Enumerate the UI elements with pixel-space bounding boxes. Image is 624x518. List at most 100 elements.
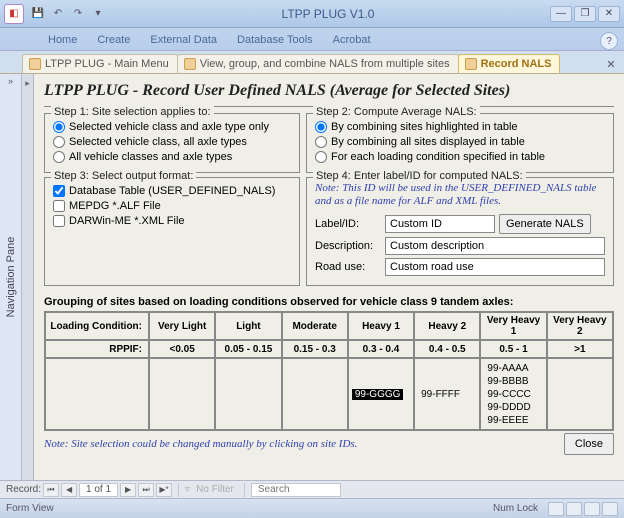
step1-opt1[interactable]: Selected vehicle class and axle type onl… [53, 121, 291, 133]
table-cell[interactable]: 99-AAAA 99-BBBB 99-CCCC 99-DDDD 99-EEEE [480, 358, 546, 430]
table-cell: 0.5 - 1 [480, 340, 546, 358]
form-icon [29, 58, 41, 70]
step3-opt1[interactable]: Database Table (USER_DEFINED_NALS) [53, 185, 291, 197]
table-header: Light [215, 312, 281, 340]
table-header: Heavy 2 [414, 312, 480, 340]
step2-group: Step 2: Compute Average NALS: By combini… [306, 113, 614, 173]
step2-opt2[interactable]: By combining all sites displayed in tabl… [315, 136, 605, 148]
ribbon-tab-database-tools[interactable]: Database Tools [227, 30, 323, 50]
roaduse-label: Road use: [315, 261, 381, 273]
step1-group: Step 1: Site selection applies to: Selec… [44, 113, 300, 173]
ribbon-tab-create[interactable]: Create [87, 30, 140, 50]
expand-nav-icon[interactable]: » [2, 76, 20, 92]
table-header: Very Heavy 2 [547, 312, 613, 340]
undo-icon[interactable]: ↶ [50, 6, 66, 22]
step1-legend: Step 1: Site selection applies to: [51, 106, 214, 118]
ribbon-tabs: Home Create External Data Database Tools… [0, 28, 624, 50]
title-bar: ◧ 💾 ↶ ↷ ▾ LTPP PLUG V1.0 — ❐ ✕ [0, 0, 624, 28]
generate-nals-button[interactable]: Generate NALS [499, 214, 591, 234]
doc-tab-view-group[interactable]: View, group, and combine NALS from multi… [177, 54, 459, 73]
app-icon[interactable]: ◧ [4, 4, 24, 24]
first-record-button[interactable]: ⏮ [43, 483, 59, 497]
table-cell: >1 [547, 340, 613, 358]
step1-opt2[interactable]: Selected vehicle class, all axle types [53, 136, 291, 148]
table-cell[interactable]: 99-FFFF [414, 358, 480, 430]
table-cell[interactable]: 99-GGGG [348, 358, 414, 430]
ribbon-tab-external-data[interactable]: External Data [140, 30, 227, 50]
site-id[interactable]: 99-BBBB [484, 376, 531, 387]
table-header: Heavy 1 [348, 312, 414, 340]
step1-opt3[interactable]: All vehicle classes and axle types [53, 151, 291, 163]
checkbox-icon[interactable] [53, 185, 65, 197]
labelid-input[interactable] [385, 215, 495, 233]
last-record-button[interactable]: ⏭ [138, 483, 154, 497]
close-tab-button[interactable]: ✕ [602, 55, 620, 73]
record-position: 1 of 1 [79, 483, 118, 497]
site-id[interactable]: 99-EEEE [484, 415, 531, 426]
description-label: Description: [315, 240, 381, 252]
search-input[interactable] [251, 483, 341, 497]
record-navigator: Record: ⏮ ◀ 1 of 1 ▶ ⏭ ▶* ▿ No Filter [0, 480, 624, 498]
close-button[interactable]: Close [564, 433, 614, 455]
site-id[interactable]: 99-FFFF [418, 389, 463, 400]
page-title: LTPP PLUG - Record User Defined NALS (Av… [44, 80, 614, 107]
redo-icon[interactable]: ↷ [70, 6, 86, 22]
table-row-label [45, 358, 149, 430]
site-id[interactable]: 99-DDDD [484, 402, 533, 413]
radio-icon[interactable] [315, 121, 327, 133]
ribbon-tab-acrobat[interactable]: Acrobat [323, 30, 381, 50]
doc-tab-record-nals[interactable]: Record NALS [458, 54, 561, 73]
step3-opt3[interactable]: DARWin-ME *.XML File [53, 215, 291, 227]
ribbon-tab-home[interactable]: Home [38, 30, 87, 50]
next-record-button[interactable]: ▶ [120, 483, 136, 497]
table-cell: 0.05 - 0.15 [215, 340, 281, 358]
description-input[interactable] [385, 237, 605, 255]
step3-group: Step 3: Select output format: Database T… [44, 177, 300, 286]
table-cell: <0.05 [149, 340, 215, 358]
site-id[interactable]: 99-CCCC [484, 389, 533, 400]
radio-icon[interactable] [315, 151, 327, 163]
form-canvas: LTPP PLUG - Record User Defined NALS (Av… [34, 74, 624, 480]
navigation-pane[interactable]: » Navigation Pane [0, 74, 22, 480]
roaduse-input[interactable] [385, 258, 605, 276]
doc-tab-main-menu[interactable]: LTPP PLUG - Main Menu [22, 54, 178, 73]
footer-note: Note: Site selection could be changed ma… [44, 438, 357, 450]
radio-icon[interactable] [53, 136, 65, 148]
table-header: Very Light [149, 312, 215, 340]
new-record-button[interactable]: ▶* [156, 483, 172, 497]
step4-legend: Step 4: Enter label/ID for computed NALS… [313, 170, 526, 182]
save-icon[interactable]: 💾 [30, 6, 46, 22]
window-title: LTPP PLUG V1.0 [106, 7, 550, 21]
navigation-pane-label: Navigation Pane [5, 237, 17, 318]
checkbox-icon[interactable] [53, 215, 65, 227]
table-cell: 0.3 - 0.4 [348, 340, 414, 358]
close-window-button[interactable]: ✕ [598, 6, 620, 22]
table-cell[interactable] [215, 358, 281, 430]
radio-icon[interactable] [53, 121, 65, 133]
restore-button[interactable]: ❐ [574, 6, 596, 22]
record-selector[interactable]: ▸ [22, 74, 34, 480]
filter-icon: ▿ [185, 484, 190, 495]
help-icon[interactable]: ? [600, 32, 618, 50]
minimize-button[interactable]: — [550, 6, 572, 22]
radio-icon[interactable] [315, 136, 327, 148]
labelid-label: Label/ID: [315, 218, 381, 230]
table-cell[interactable] [149, 358, 215, 430]
table-cell[interactable] [547, 358, 613, 430]
step3-legend: Step 3: Select output format: [51, 170, 196, 182]
table-row-label: RPPIF: [45, 340, 149, 358]
step2-opt1[interactable]: By combining sites highlighted in table [315, 121, 605, 133]
prev-record-button[interactable]: ◀ [61, 483, 77, 497]
site-id[interactable]: 99-AAAA [484, 363, 531, 374]
radio-icon[interactable] [53, 151, 65, 163]
step3-opt2[interactable]: MEPDG *.ALF File [53, 200, 291, 212]
table-header: Loading Condition: [45, 312, 149, 340]
checkbox-icon[interactable] [53, 200, 65, 212]
step2-opt3[interactable]: For each loading condition specified in … [315, 151, 605, 163]
form-icon [465, 58, 477, 70]
table-cell[interactable] [282, 358, 348, 430]
no-filter-label: No Filter [192, 484, 238, 495]
site-id[interactable]: 99-GGGG [352, 389, 404, 400]
grouping-table: Loading Condition: Very Light Light Mode… [44, 311, 614, 431]
qat-dropdown-icon[interactable]: ▾ [90, 6, 106, 22]
